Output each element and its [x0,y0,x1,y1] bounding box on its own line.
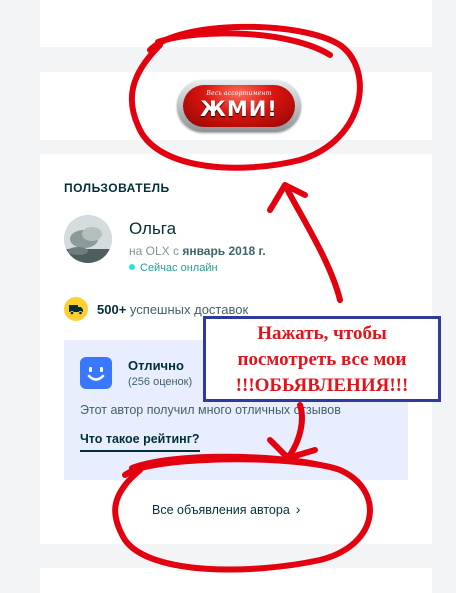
annotation-line-1: Нажать, чтобы [257,323,387,344]
arrow-up-line [282,182,343,303]
annotation-note: Нажать, чтобы посмотреть все мои !!!ОБЬЯ… [203,316,441,402]
banner-highlight-circle [128,23,363,171]
all-ads-highlight-circle [112,456,373,573]
annotation-overlay [112,23,373,573]
arrow-down-line [287,402,305,458]
banner-highlight-circle-2 [155,30,333,58]
annotation-line-2: посмотреть все мои [237,349,407,370]
annotation-line-3: !!!ОБЬЯВЛЕНИЯ!!! [235,375,409,396]
